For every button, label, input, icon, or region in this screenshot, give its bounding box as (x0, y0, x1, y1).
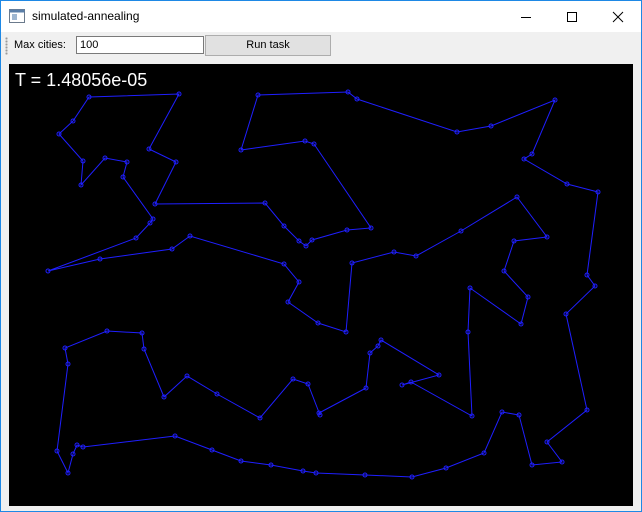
window-title: simulated-annealing (32, 9, 140, 23)
max-cities-input[interactable] (76, 36, 204, 54)
tour-canvas: T = 1.48056e-05 (9, 64, 633, 506)
tour-route-line (47, 91, 599, 478)
close-icon (612, 11, 624, 23)
maximize-button[interactable] (549, 1, 595, 32)
run-task-button[interactable]: Run task (205, 35, 331, 56)
toolbar-grip-icon[interactable] (5, 37, 8, 55)
tour-plot (45, 89, 601, 480)
temperature-label: T = 1.48056e-05 (15, 70, 148, 90)
minimize-icon (521, 17, 531, 18)
minimize-button[interactable] (503, 1, 549, 32)
max-cities-label: Max cities: (14, 39, 66, 51)
close-button[interactable] (595, 1, 641, 32)
app-window: simulated-annealing Max cities: Run task… (0, 0, 642, 512)
app-icon (9, 9, 25, 23)
maximize-icon (567, 12, 577, 22)
title-bar[interactable]: simulated-annealing (1, 1, 641, 32)
